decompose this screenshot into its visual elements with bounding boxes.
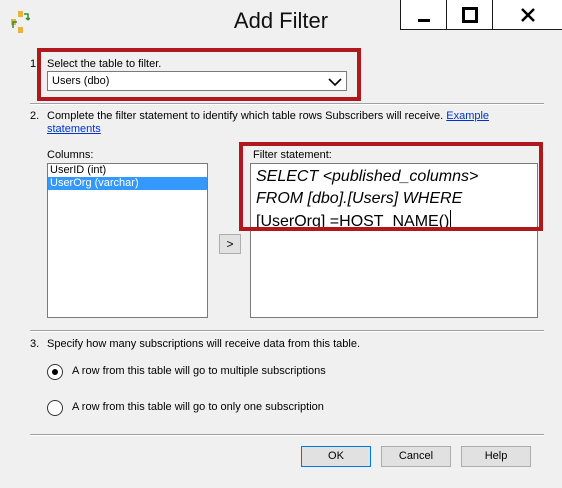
divider-highlight [30, 104, 544, 105]
list-item-selected[interactable]: UserOrg (varchar) [48, 177, 207, 190]
minimize-icon [417, 18, 430, 22]
columns-list[interactable]: UserID (int) UserOrg (varchar) [47, 163, 208, 318]
option-multiple-label[interactable]: A row from this table will go to multipl… [72, 365, 326, 377]
step2-description: Complete the filter statement to identif… [47, 110, 517, 136]
radio-selected-dot [52, 369, 58, 375]
title-bar: Add Filter [0, 0, 562, 44]
radio-multiple-subscriptions[interactable] [47, 364, 63, 380]
divider-highlight [30, 331, 544, 332]
step3-label: Specify how many subscriptions will rece… [47, 338, 361, 350]
table-highlight-box [37, 48, 361, 101]
list-item[interactable]: UserID (int) [48, 164, 207, 177]
divider-highlight [30, 435, 544, 436]
window-controls [400, 0, 562, 30]
maximize-button[interactable] [446, 0, 492, 30]
step2-number: 2. [30, 110, 40, 122]
columns-label: Columns: [47, 149, 94, 161]
ok-button[interactable]: OK [301, 446, 371, 467]
cancel-button[interactable]: Cancel [381, 446, 451, 467]
close-icon [520, 7, 535, 22]
option-single-label[interactable]: A row from this table will go to only on… [72, 401, 324, 413]
step2-label: Complete the filter statement to identif… [47, 110, 444, 122]
step3-number: 3. [30, 338, 40, 350]
radio-single-subscription[interactable] [47, 400, 63, 416]
add-column-button[interactable]: > [219, 234, 241, 254]
close-button[interactable] [492, 0, 562, 30]
help-button[interactable]: Help [461, 446, 531, 467]
filter-highlight-box [239, 142, 543, 231]
minimize-button[interactable] [400, 0, 446, 30]
maximize-icon [461, 6, 478, 23]
